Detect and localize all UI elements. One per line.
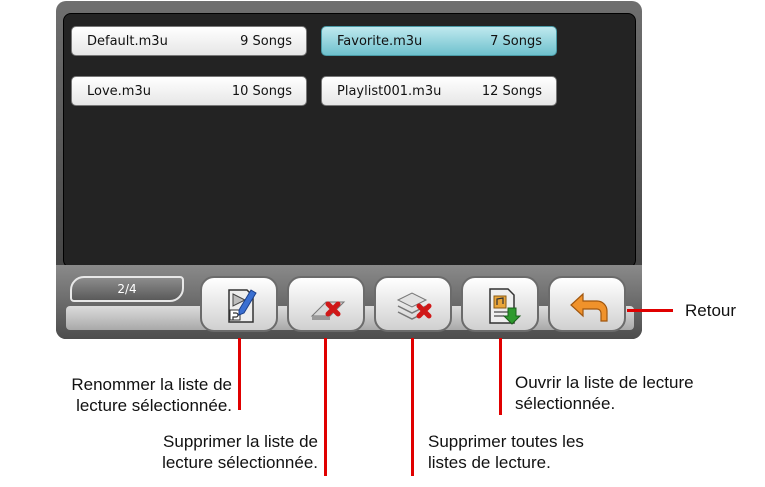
delete-all-playlists-icon (396, 292, 432, 320)
delete-label-line2: lecture sélectionnée. (162, 453, 318, 472)
playlist-name: Favorite.m3u (337, 34, 423, 49)
playlist-name: Playlist001.m3u (337, 84, 442, 99)
playlist-count: 7 Songs (490, 34, 542, 49)
playlist-item[interactable]: Love.m3u 10 Songs (71, 76, 307, 106)
open-label-line2: sélectionnée. (515, 394, 616, 413)
rename-callout-line (238, 338, 241, 410)
rename-playlist-button[interactable] (200, 276, 278, 332)
playlist-count: 9 Songs (240, 34, 292, 49)
playlist-item[interactable]: Default.m3u 9 Songs (71, 26, 307, 56)
open-label: Ouvrir la liste de lecture sélectionnée. (515, 372, 694, 414)
playlist-item-selected[interactable]: Favorite.m3u 7 Songs (321, 26, 557, 56)
page-indicator-text: 2/4 (117, 282, 137, 296)
delete-all-label-line2: listes de lecture. (428, 453, 551, 472)
playlist-item[interactable]: Playlist001.m3u 12 Songs (321, 76, 557, 106)
rename-label-line2: lecture sélectionnée. (76, 396, 232, 415)
playlist-count: 12 Songs (481, 84, 542, 99)
rename-label-line1: Renommer la liste de (71, 375, 232, 394)
delete-label: Supprimer la liste de lecture sélectionn… (100, 431, 318, 473)
open-playlist-button[interactable] (461, 276, 539, 332)
delete-callout-line (324, 338, 327, 476)
delete-all-label: Supprimer toutes les listes de lecture. (428, 431, 584, 473)
delete-all-label-line1: Supprimer toutes les (428, 432, 584, 451)
delete-all-playlists-button[interactable] (374, 276, 452, 332)
page-indicator: 2/4 (70, 276, 184, 302)
delete-all-callout-line (411, 338, 414, 476)
retour-callout-line (627, 309, 673, 312)
retour-label: Retour (685, 301, 737, 320)
delete-playlist-button[interactable] (287, 276, 365, 332)
delete-label-line1: Supprimer la liste de (163, 432, 318, 451)
playlist-count: 10 Songs (231, 84, 292, 99)
open-callout-line (499, 338, 502, 415)
open-label-line1: Ouvrir la liste de lecture (515, 373, 694, 392)
playlist-name: Love.m3u (87, 84, 151, 99)
delete-playlist-icon (310, 301, 346, 320)
open-playlist-icon (489, 288, 522, 325)
rename-label: Renommer la liste de lecture sélectionné… (10, 374, 232, 416)
back-button[interactable] (548, 276, 626, 332)
playlist-name: Default.m3u (87, 34, 168, 49)
back-arrow-icon (570, 292, 608, 322)
rename-playlist-icon (228, 289, 257, 323)
